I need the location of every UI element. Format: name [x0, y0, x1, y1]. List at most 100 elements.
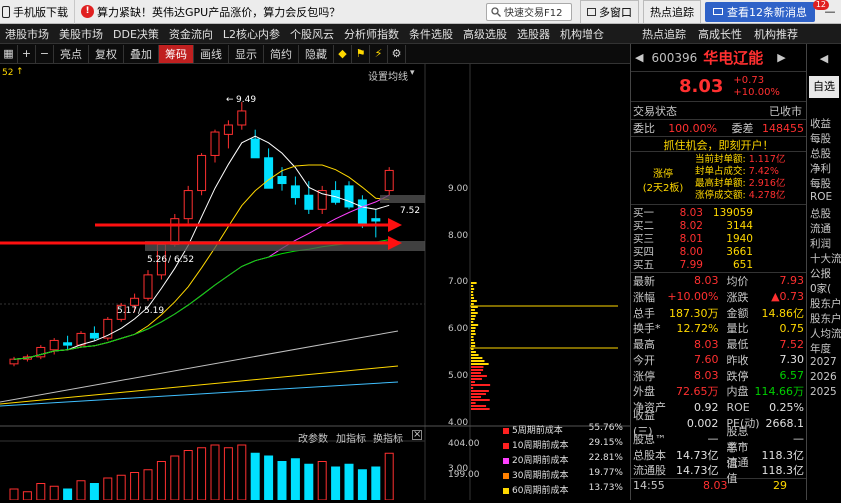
zoom-in-icon[interactable]: +: [18, 45, 36, 63]
volume-bar: [64, 489, 72, 500]
menu-item-us[interactable]: 美股市场: [54, 26, 108, 42]
weicha-value: 148455: [762, 122, 804, 135]
side-item[interactable]: 股东户: [807, 296, 841, 311]
menu-item-growth[interactable]: 高成长性: [686, 26, 742, 42]
seal-row-4: 涨停成交额: 4.278亿: [695, 190, 806, 202]
volume-bar: [265, 456, 273, 500]
chip-bar: [471, 396, 481, 398]
side-item[interactable]: 2026: [807, 371, 841, 386]
next-stock-icon[interactable]: ▶: [777, 51, 785, 64]
stat-row: 最高 8.03 最低 7.52: [631, 336, 806, 352]
side-item[interactable]: 总股: [807, 206, 841, 221]
label-752: 7.52: [400, 206, 420, 216]
menu-item-condition[interactable]: 条件选股: [404, 26, 458, 42]
f10-icon[interactable]: ◆: [334, 45, 352, 63]
menu-item-stocknews[interactable]: 个股风云: [285, 26, 339, 42]
toolbar-hide[interactable]: 隐藏: [299, 45, 334, 63]
chip-legend-30-label: 30周期前成本: [512, 471, 568, 481]
change-pct: +10.00%: [733, 87, 780, 98]
add-watchlist-button[interactable]: 自选: [809, 76, 839, 98]
side-item[interactable]: 流通: [807, 221, 841, 236]
candle: [10, 359, 18, 364]
candle: [358, 200, 366, 226]
multi-window-button[interactable]: 多窗口: [580, 0, 639, 24]
hot-tracking-button[interactable]: 热点追踪: [643, 0, 701, 24]
candle: [198, 155, 206, 190]
zoom-out-icon[interactable]: −: [36, 45, 54, 63]
toolbar-simple[interactable]: 简约: [264, 45, 299, 63]
stat-label-2: 内盘: [718, 383, 752, 399]
stat-label-2: 均价: [718, 273, 752, 289]
close-indicator-icon[interactable]: ×: [412, 430, 422, 440]
menu-item-selector[interactable]: 选股器: [512, 26, 555, 42]
side-item[interactable]: 总股: [807, 146, 841, 161]
seal-key-3: 最高封单额:: [695, 178, 746, 189]
side-item[interactable]: 2025: [807, 386, 841, 401]
ma-settings-link[interactable]: 设置均线: [368, 68, 408, 83]
settings-icon[interactable]: ⚙: [388, 45, 406, 63]
chip-legend-30: 30周期前成本 19.77%: [503, 468, 623, 481]
menu-item-analyst[interactable]: 分析师指数: [339, 26, 404, 42]
side-item[interactable]: 每股: [807, 131, 841, 146]
toolbar-highlight[interactable]: 亮点: [54, 45, 89, 63]
prev-stock-icon[interactable]: ◀: [635, 51, 643, 64]
bolt-icon[interactable]: ⚡: [370, 45, 388, 63]
stat-value-2: 7.93: [752, 274, 804, 287]
side-item[interactable]: 利润: [807, 236, 841, 251]
side-prev-icon[interactable]: ◀: [820, 52, 828, 65]
volume-bar: [77, 481, 85, 500]
side-item[interactable]: ROE: [807, 191, 841, 206]
grid-icon[interactable]: ▦: [0, 45, 18, 63]
news-ticker[interactable]: ! 算力紧缺！英伟达GPU产品涨价，算力会反包吗？: [75, 0, 486, 24]
side-item[interactable]: 0家(: [807, 281, 841, 296]
chip-legend-5: 5周期前成本 55.76%: [503, 423, 623, 436]
volume-bar: [37, 484, 45, 501]
trade-status-label: 交易状态: [633, 103, 729, 119]
side-item[interactable]: 净利: [807, 161, 841, 176]
side-item[interactable]: 收益: [807, 116, 841, 131]
menu-item-recommend[interactable]: 机构推荐: [742, 26, 798, 42]
bid-3-vol: 1940: [703, 233, 753, 245]
side-item[interactable]: 人均流: [807, 326, 841, 341]
toolbar-display[interactable]: 显示: [229, 45, 264, 63]
side-item[interactable]: 公报: [807, 266, 841, 281]
seal-val-1: 1.117亿: [749, 154, 786, 165]
volume-bar: [184, 451, 192, 501]
side-item[interactable]: 2027: [807, 356, 841, 371]
toolbar-adjust[interactable]: 复权: [89, 45, 124, 63]
tick-row: 14:55 8.03 29: [631, 478, 806, 492]
menu-item-institution[interactable]: 机构增仓: [555, 26, 609, 42]
vol-axis-404: 404.00: [448, 439, 480, 449]
menu-item-hot[interactable]: 热点追踪: [630, 26, 686, 42]
side-item[interactable]: 年度: [807, 341, 841, 356]
chip-bar: [471, 282, 477, 284]
add-indicator-button[interactable]: 加指标: [336, 430, 366, 445]
side-item[interactable]: 每股: [807, 176, 841, 191]
mobile-download-button[interactable]: 手机版下载: [0, 0, 75, 24]
menu-item-hk[interactable]: 港股市场: [0, 26, 54, 42]
swatch-20: [503, 458, 509, 464]
side-item[interactable]: 股东户: [807, 311, 841, 326]
kline-chart-area[interactable]: 52 ↑ 设置均线 ▾ 9.49 ← 5.26 6.52 / 5.17 5.19…: [0, 64, 630, 500]
open-account-banner[interactable]: 抓住机会，即刻开户！: [631, 136, 806, 152]
menu-item-fundflow[interactable]: 资金流向: [164, 26, 218, 42]
yaxis-9: 9.00: [448, 184, 468, 194]
flag-icon[interactable]: ⚑: [352, 45, 370, 63]
menu-item-l2[interactable]: L2核心内参: [218, 26, 285, 42]
side-arrows: ◀: [807, 44, 841, 72]
edit-params-button[interactable]: 改参数: [298, 430, 328, 445]
toolbar-overlay[interactable]: 叠加: [124, 45, 159, 63]
side-item[interactable]: 十大流: [807, 251, 841, 266]
new-messages-button[interactable]: 查看12条新消息: [705, 2, 815, 22]
bid-5-price: 7.99: [663, 259, 703, 271]
quick-trade-search[interactable]: 快速交易F12: [486, 3, 572, 21]
news-icon: !: [81, 5, 94, 18]
chip-bar: [471, 336, 473, 338]
phone-icon: [2, 6, 10, 18]
toolbar-chips[interactable]: 筹码: [159, 45, 194, 63]
switch-indicator-button[interactable]: 换指标: [373, 430, 403, 445]
toolbar-draw[interactable]: 画线: [194, 45, 229, 63]
menu-item-advanced[interactable]: 高级选股: [458, 26, 512, 42]
chip-legend-30-pct: 19.77%: [589, 468, 623, 478]
menu-item-dde[interactable]: DDE决策: [108, 26, 164, 42]
